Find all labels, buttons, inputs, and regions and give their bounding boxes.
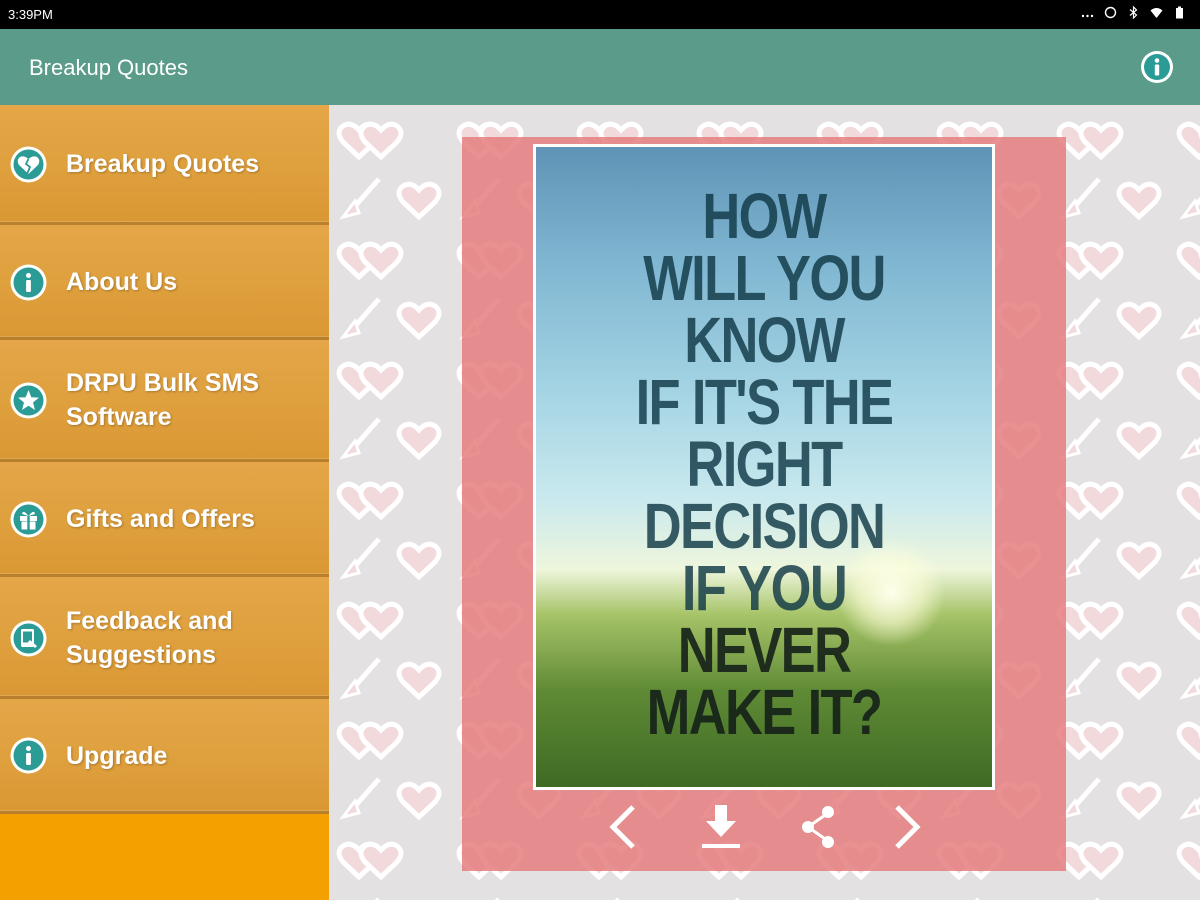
quote-text: HOW WILL YOU KNOW IF IT'S THE RIGHT DECI…	[536, 180, 992, 748]
quote-frame: HOW WILL YOU KNOW IF IT'S THE RIGHT DECI…	[462, 137, 1066, 871]
menu-item-label: About Us	[66, 268, 178, 296]
info-icon	[10, 264, 47, 301]
wifi-icon	[1150, 6, 1163, 19]
menu-item-drpu-bulk-sms[interactable]: DRPU Bulk SMS Software	[0, 340, 329, 462]
menu-item-label: Breakup Quotes	[66, 150, 260, 178]
share-icon[interactable]	[792, 799, 846, 855]
status-bar: 3:39PM	[0, 0, 1200, 29]
quote-line: KNOW	[684, 304, 845, 376]
alarm-icon	[1104, 6, 1117, 19]
download-icon[interactable]	[694, 799, 748, 855]
menu-item-label: Feedback and Suggestions	[66, 607, 233, 669]
broken-heart-icon	[10, 146, 47, 183]
menu-item-gifts-and-offers[interactable]: Gifts and Offers	[0, 462, 329, 577]
app-bar: Breakup Quotes	[0, 29, 1200, 105]
status-icons	[1081, 5, 1186, 20]
more-icon	[1081, 6, 1094, 19]
info-icon	[10, 737, 47, 774]
menu-item-label: Upgrade	[66, 742, 168, 770]
feedback-icon	[10, 620, 47, 657]
menu-item-about-us[interactable]: About Us	[0, 225, 329, 340]
quote-line: NEVER	[677, 614, 852, 686]
quote-image: HOW WILL YOU KNOW IF IT'S THE RIGHT DECI…	[533, 144, 995, 790]
status-time: 3:39PM	[8, 7, 53, 22]
quote-line: RIGHT	[686, 428, 843, 500]
chevron-right-icon[interactable]	[880, 799, 934, 855]
quote-line: MAKE IT?	[646, 676, 883, 748]
gift-icon	[10, 501, 47, 538]
quote-line: HOW	[702, 180, 827, 252]
star-icon	[10, 382, 47, 419]
app-title: Breakup Quotes	[29, 55, 188, 80]
bluetooth-icon	[1127, 5, 1140, 20]
menu-item-label: DRPU Bulk SMS Software	[66, 369, 260, 431]
quote-line: IF YOU	[681, 552, 848, 624]
chevron-left-icon[interactable]	[596, 799, 650, 855]
menu-item-breakup-quotes[interactable]: Breakup Quotes	[0, 105, 329, 225]
quote-line: DECISION	[643, 490, 886, 562]
navigation-drawer: Breakup Quotes About Us DRPU Bulk SMS So…	[0, 105, 329, 900]
quote-controls	[462, 795, 1066, 859]
menu-item-feedback[interactable]: Feedback and Suggestions	[0, 577, 329, 699]
quote-line: IF IT'S THE	[635, 366, 894, 438]
battery-icon	[1173, 6, 1186, 19]
content-area: HOW WILL YOU KNOW IF IT'S THE RIGHT DECI…	[329, 105, 1200, 900]
menu-item-upgrade[interactable]: Upgrade	[0, 699, 329, 814]
quote-line: WILL YOU	[643, 242, 886, 314]
info-icon[interactable]	[1140, 50, 1174, 84]
menu-item-label: Gifts and Offers	[66, 505, 255, 533]
